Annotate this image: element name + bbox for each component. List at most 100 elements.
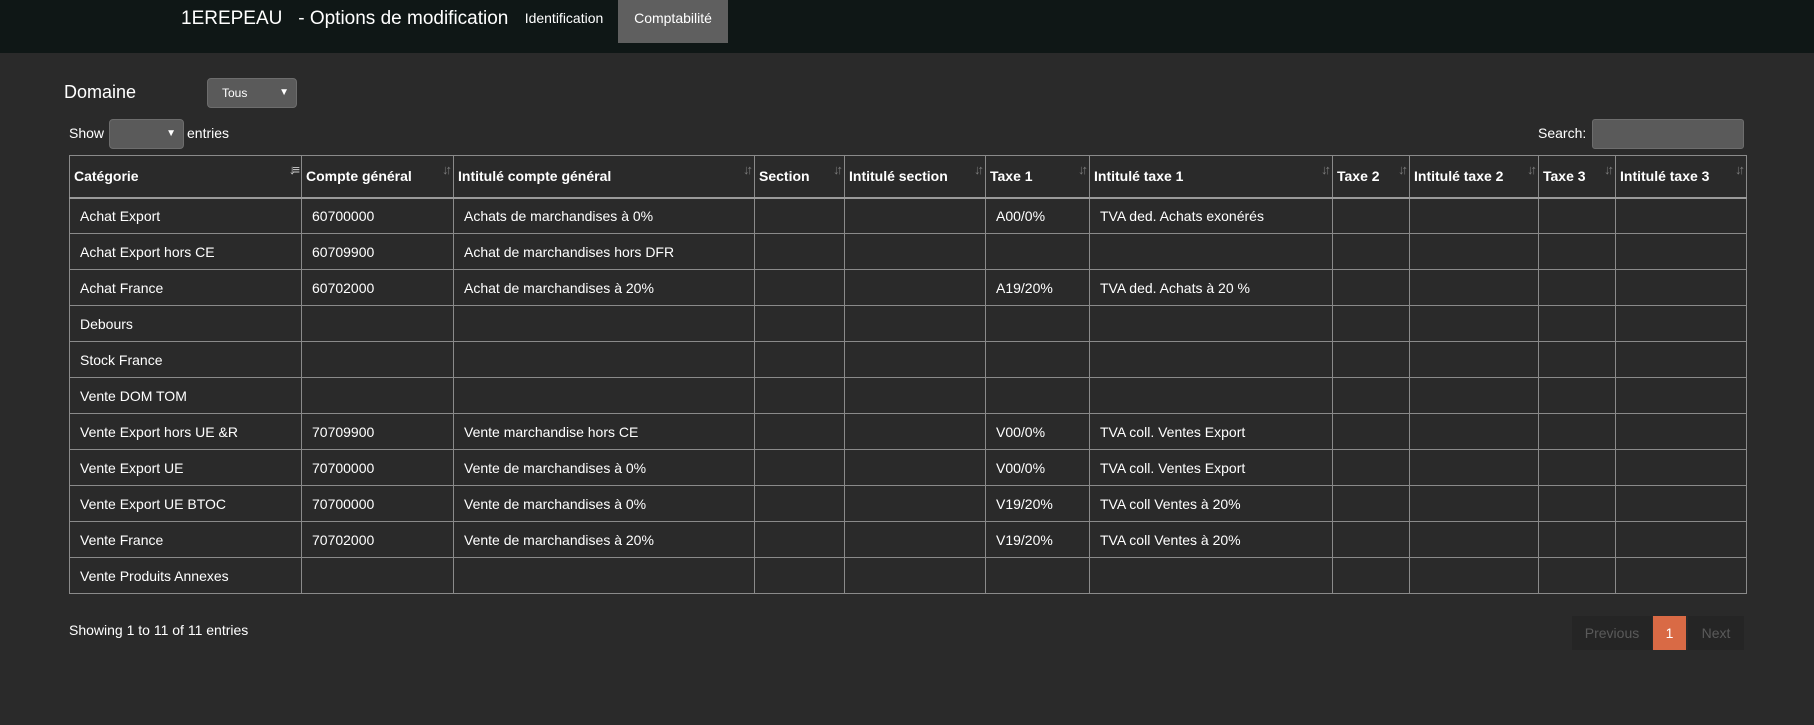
table-cell: Vente Produits Annexes — [69, 557, 302, 594]
sort-icon: ↓↑ — [1398, 162, 1408, 177]
show-label: Show — [69, 125, 105, 141]
table-row[interactable]: Vente Export UE 70700000 Vente de marchand… — [69, 449, 1747, 486]
table-cell — [1089, 377, 1333, 414]
table-cell: 70700000 — [301, 449, 454, 486]
table-cell: Achat Export — [69, 197, 302, 234]
top-bar: 1EREPEAU - Options de modification Ident… — [0, 0, 1814, 53]
search-input[interactable] — [1592, 119, 1744, 149]
column-header-taxe-3[interactable]: Taxe 3 ↓↑ — [1538, 155, 1616, 199]
table-cell: Vente de marchandises à 20% — [453, 521, 755, 558]
tab-identification[interactable]: Identification — [515, 0, 613, 43]
table-cell — [985, 233, 1090, 270]
table-row[interactable]: Achat Export hors CE 60709900 Achat de mar… — [69, 233, 1747, 270]
domaine-select[interactable]: Tous ▼ — [207, 78, 297, 108]
table-cell — [1409, 413, 1539, 450]
table-cell — [1409, 197, 1539, 234]
table-cell — [1409, 305, 1539, 342]
table-row[interactable]: Stock France — [69, 341, 1747, 378]
sort-icon: ↓↑ — [1321, 162, 1331, 177]
table-cell — [1409, 341, 1539, 378]
tab-comptabilite[interactable]: Comptabilité — [618, 0, 728, 43]
chevron-down-icon: ▼ — [166, 128, 176, 139]
table-cell — [985, 305, 1090, 342]
table-cell: Achat France — [69, 269, 302, 306]
table-cell — [1089, 305, 1333, 342]
table-cell: 70709900 — [301, 413, 454, 450]
sort-icon: ↓↑ — [1735, 162, 1745, 177]
table-row[interactable]: Achat France 60702000 Achat de marchandise… — [69, 269, 1747, 306]
sort-icon: ↓↑ — [833, 162, 843, 177]
table-cell — [754, 377, 845, 414]
table-cell — [1409, 233, 1539, 270]
table-cell — [1615, 485, 1747, 522]
table-row[interactable]: Debours — [69, 305, 1747, 342]
table-cell — [844, 485, 986, 522]
table-cell — [301, 341, 454, 378]
table-row[interactable]: Achat Export 60700000 Achats de marchandis… — [69, 197, 1747, 234]
entries-select[interactable]: ▼ — [109, 119, 184, 149]
table-cell — [301, 305, 454, 342]
table-cell — [754, 449, 845, 486]
table-cell — [1538, 377, 1616, 414]
column-header-taxe-1[interactable]: Taxe 1 ↓↑ — [985, 155, 1090, 199]
table-cell: Vente Export UE BTOC — [69, 485, 302, 522]
table-cell — [844, 341, 986, 378]
table-cell: Vente Export UE — [69, 449, 302, 486]
page-1-button[interactable]: 1 — [1653, 616, 1686, 650]
previous-button[interactable]: Previous — [1572, 616, 1652, 650]
table-row[interactable]: Vente Export UE BTOC 70700000 Vente de mar… — [69, 485, 1747, 522]
table-cell: A00/0% — [985, 197, 1090, 234]
table-cell — [754, 305, 845, 342]
table-cell: Achats de marchandises à 0% — [453, 197, 755, 234]
column-header-compte-general[interactable]: Compte général ↓↑ — [301, 155, 454, 199]
table-cell: A19/20% — [985, 269, 1090, 306]
next-button[interactable]: Next — [1688, 616, 1744, 650]
table-cell — [1409, 485, 1539, 522]
table-cell — [754, 521, 845, 558]
column-header-intitule-taxe-3[interactable]: Intitulé taxe 3 ↓↑ — [1615, 155, 1747, 199]
table-cell — [1332, 197, 1410, 234]
table-cell — [1332, 377, 1410, 414]
column-header-intitule-section[interactable]: Intitulé section ↓↑ — [844, 155, 986, 199]
chevron-down-icon: ▼ — [279, 87, 289, 98]
column-header-intitule-compte-general[interactable]: Intitulé compte général ↓↑ — [453, 155, 755, 199]
table-cell: 60702000 — [301, 269, 454, 306]
table-cell — [844, 305, 986, 342]
table-cell: Vente de marchandises à 0% — [453, 449, 755, 486]
table-cell: V19/20% — [985, 485, 1090, 522]
table-cell — [754, 197, 845, 234]
table-cell — [844, 269, 986, 306]
table-cell: TVA ded. Achats exonérés — [1089, 197, 1333, 234]
column-header-taxe-2[interactable]: Taxe 2 ↓↑ — [1332, 155, 1410, 199]
table-cell: 70702000 — [301, 521, 454, 558]
table-cell — [1615, 197, 1747, 234]
table-cell — [1538, 557, 1616, 594]
table-info: Showing 1 to 11 of 11 entries — [69, 622, 249, 638]
column-header-section[interactable]: Section ↓↑ — [754, 155, 845, 199]
table-cell: TVA coll. Ventes Export — [1089, 449, 1333, 486]
column-header-categorie[interactable]: Catégorie ↓≡ — [69, 155, 302, 199]
table-row[interactable]: Vente France 70702000 Vente de marchandise… — [69, 521, 1747, 558]
table-cell: V19/20% — [985, 521, 1090, 558]
sort-icon: ↓↑ — [1078, 162, 1088, 177]
table-cell: TVA coll. Ventes Export — [1089, 413, 1333, 450]
table-cell — [1615, 413, 1747, 450]
table-row[interactable]: Vente DOM TOM — [69, 377, 1747, 414]
table-cell — [1538, 485, 1616, 522]
column-header-intitule-taxe-1[interactable]: Intitulé taxe 1 ↓↑ — [1089, 155, 1333, 199]
table-cell: TVA ded. Achats à 20 % — [1089, 269, 1333, 306]
table-cell — [1089, 341, 1333, 378]
sort-icon: ↓↑ — [743, 162, 753, 177]
table-cell — [301, 557, 454, 594]
table-cell — [1332, 521, 1410, 558]
table-cell — [1332, 449, 1410, 486]
column-header-intitule-taxe-2[interactable]: Intitulé taxe 2 ↓↑ — [1409, 155, 1539, 199]
table-cell — [844, 521, 986, 558]
table-cell — [1615, 269, 1747, 306]
table-cell — [1332, 485, 1410, 522]
table-cell — [1538, 341, 1616, 378]
table-row[interactable]: Vente Produits Annexes — [69, 557, 1747, 594]
table-row[interactable]: Vente Export hors UE &R 70709900 Vente mar… — [69, 413, 1747, 450]
table-cell — [754, 557, 845, 594]
table-cell — [985, 557, 1090, 594]
